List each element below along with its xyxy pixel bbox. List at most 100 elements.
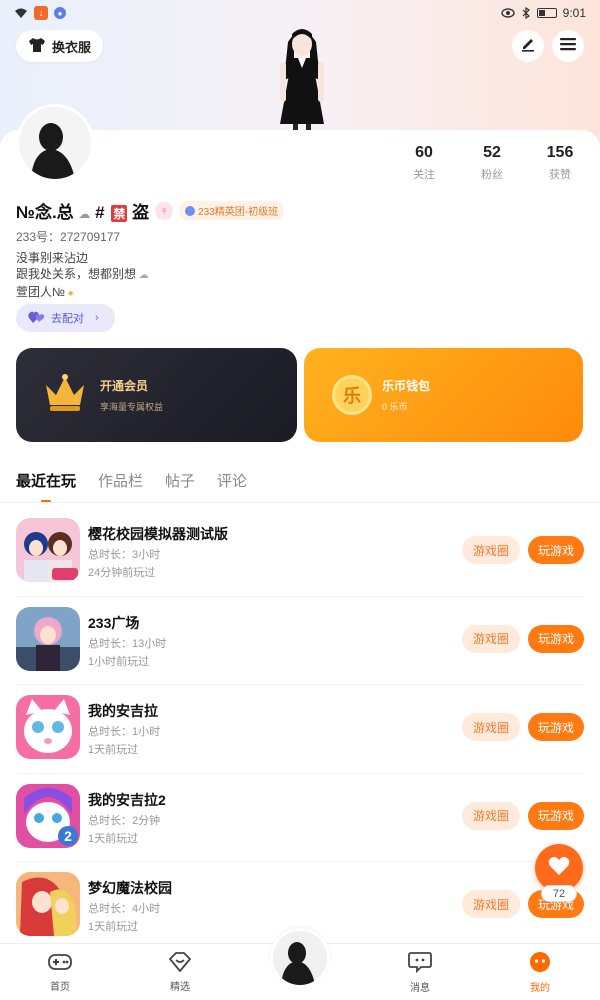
pencil-icon [520,36,536,57]
coin-icon: 乐 [332,375,372,415]
bio-line: 跟我处关系，想都别想 ☁ [16,267,149,281]
game-circle-button[interactable]: 游戏圈 [462,536,520,564]
game-last-played: 1天前玩过 [88,744,139,757]
battery-icon [536,8,557,18]
go-pair-label: 去配对 [51,313,84,325]
stat-following[interactable]: 60 关注 [390,144,458,182]
game-title: 樱花校园模拟器测试版 [88,526,228,542]
female-gender-icon: ♀ [155,201,174,220]
game-circle-button[interactable]: 游戏圈 [462,890,520,919]
stat-fans[interactable]: 52 粉丝 [458,144,526,182]
svg-text:2: 2 [64,828,72,844]
game-icon-magic-school[interactable] [16,872,80,937]
wifi-icon [14,7,28,19]
vip-subtitle: 享海量专属权益 [100,402,164,412]
stat-label: 获赞 [549,169,571,181]
stat-value: 156 [546,144,574,161]
wallet-balance: 0 乐币 [382,402,408,412]
list-item[interactable]: 233广场 总时长：13小时 1小时前玩过 游戏圈 玩游戏 [16,597,584,686]
change-outfit-button[interactable]: 换衣服 [16,30,104,62]
nav-label: 消息 [410,982,430,994]
game-icon-sakura-school[interactable] [16,518,80,582]
stat-value: 52 [483,144,501,161]
list-item[interactable]: 2 我的安吉拉2 总时长：2分钟 1天前玩过 游戏圈 玩游戏 [16,774,584,863]
profile-stats: 60 关注 52 粉丝 156 获赞 [390,144,594,182]
change-outfit-label: 换衣服 [52,39,92,55]
play-game-button[interactable]: 玩游戏 [528,624,584,653]
game-last-played: 1天前玩过 [88,921,139,934]
game-playtime: 总时长：2分钟 [88,814,161,827]
username-part: №念.总 [16,203,74,222]
list-item[interactable]: 樱花校园模拟器测试版 总时长：3小时 24分钟前玩过 游戏圈 玩游戏 [16,508,584,597]
wallet-title: 乐币钱包 [382,379,431,393]
name-row: №念.总 ☁ # 禁 盗 ♀ 233精英团-初级班 [16,198,285,223]
wallet-card[interactable]: 乐 乐币钱包 0 乐币 [304,348,583,442]
avatar-character[interactable] [262,20,342,132]
gamepad-icon [48,952,72,975]
app-notification-icon: ● [54,7,66,19]
vip-title: 开通会员 [100,379,149,393]
game-title: 梦幻魔法校园 [88,880,172,897]
download-icon: ↓ [34,6,48,20]
game-last-played: 1小时前玩过 [88,655,150,668]
nav-label: 我的 [530,982,550,994]
game-circle-button[interactable]: 游戏圈 [462,801,520,830]
vip-membership-card[interactable]: 开通会员 享海量专属权益 [16,348,297,442]
club-badge[interactable]: 233精英团-初级班 [179,201,285,220]
chevron-right-icon: › [95,312,99,324]
play-game-button[interactable]: 玩游戏 [528,536,584,564]
nav-item-messages[interactable]: 消息 [360,944,480,1000]
profile-tabs: 最近在玩 作品栏 帖子 评论 [16,470,247,491]
nav-label: 首页 [50,981,70,993]
profile-avatar[interactable] [16,104,94,182]
bluetooth-icon [521,7,531,19]
game-title: 233广场 [88,614,140,631]
bio-line: 没事别来沾边 [16,251,89,265]
diamond-heart-icon [168,951,192,975]
nav-item-me[interactable]: 我的 [480,944,600,1000]
game-icon-my-angela[interactable] [16,695,80,760]
list-item[interactable]: 我的安吉拉 总时长：1小时 1天前玩过 游戏圈 玩游戏 [16,685,584,774]
game-playtime: 总时长：1小时 [88,726,161,739]
hearts-icon [28,310,46,327]
status-time: 9:01 [562,6,586,20]
game-circle-button[interactable]: 游戏圈 [462,713,520,742]
game-icon-233-plaza[interactable] [16,606,80,671]
shirt-icon [28,37,46,56]
club-icon [185,205,196,216]
tab-works[interactable]: 作品栏 [98,470,143,491]
game-circle-button[interactable]: 游戏圈 [462,624,520,653]
game-last-played: 1天前玩过 [88,832,139,845]
edit-profile-button[interactable] [512,30,544,62]
game-icon-my-angela-2[interactable]: 2 [16,783,80,848]
bio-line: 萱团人№ ● [16,285,74,299]
game-playtime: 总时长：13小时 [88,637,167,650]
nav-item-featured[interactable]: 精选 [120,944,240,1000]
username-part: 盗 [132,203,150,222]
tab-posts[interactable]: 帖子 [165,470,195,491]
play-game-button[interactable]: 玩游戏 [528,713,584,742]
username-part: # [95,203,105,222]
recent-games-list: 樱花校园模拟器测试版 总时长：3小时 24分钟前玩过 游戏圈 玩游戏 233广场… [0,508,600,951]
game-playtime: 总时长：3小时 [88,549,161,561]
username: №念.总 ☁ # 禁 盗 [16,198,149,223]
club-badge-label: 233精英团-初级班 [198,207,279,218]
game-last-played: 24分钟前玩过 [88,567,156,579]
message-icon [408,951,432,976]
stat-label: 关注 [413,169,435,181]
tab-recently-played[interactable]: 最近在玩 [16,470,76,491]
eye-icon [500,8,515,18]
ban-emoji: 禁 [111,205,128,222]
game-title: 我的安吉拉2 [88,791,166,808]
hamburger-menu-icon [560,37,576,56]
tab-comments[interactable]: 评论 [217,470,247,491]
stat-likes[interactable]: 156 获赞 [526,144,594,182]
menu-button[interactable] [552,30,584,62]
game-playtime: 总时长：4小时 [88,903,161,916]
go-pair-button[interactable]: 去配对 › [16,304,115,332]
nav-item-home[interactable]: 首页 [0,944,120,1000]
center-avatar-button[interactable] [270,928,330,988]
crown-icon [42,373,88,418]
user-id: 233号：272709177 [16,230,121,244]
play-game-button[interactable]: 玩游戏 [528,801,584,830]
